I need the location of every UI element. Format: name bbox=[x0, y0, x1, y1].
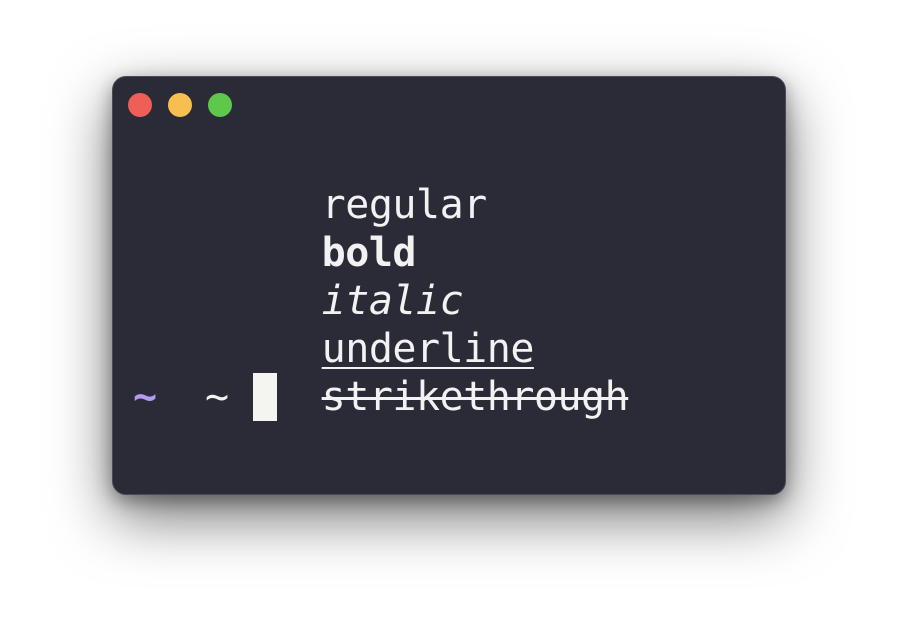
prompt-symbol: ~ bbox=[133, 374, 157, 420]
text-underline: underline bbox=[321, 326, 535, 372]
terminal-output[interactable]: regular bold italic underline strikethro… bbox=[133, 133, 765, 421]
minimize-button[interactable] bbox=[168, 93, 192, 117]
text-bold: bold bbox=[321, 230, 417, 276]
terminal-window[interactable]: regular bold italic underline strikethro… bbox=[112, 76, 786, 495]
text-regular: regular bbox=[321, 182, 488, 228]
text-italic: italic bbox=[321, 278, 464, 324]
stage: regular bold italic underline strikethro… bbox=[0, 0, 898, 644]
title-bar[interactable] bbox=[113, 77, 785, 133]
close-button[interactable] bbox=[128, 93, 152, 117]
prompt-cwd: ~ bbox=[205, 374, 229, 420]
prompt-line[interactable]: ~ ~ bbox=[133, 373, 765, 421]
output-line-regular: regular bbox=[133, 133, 765, 228]
maximize-button[interactable] bbox=[208, 93, 232, 117]
text-cursor bbox=[253, 373, 277, 421]
